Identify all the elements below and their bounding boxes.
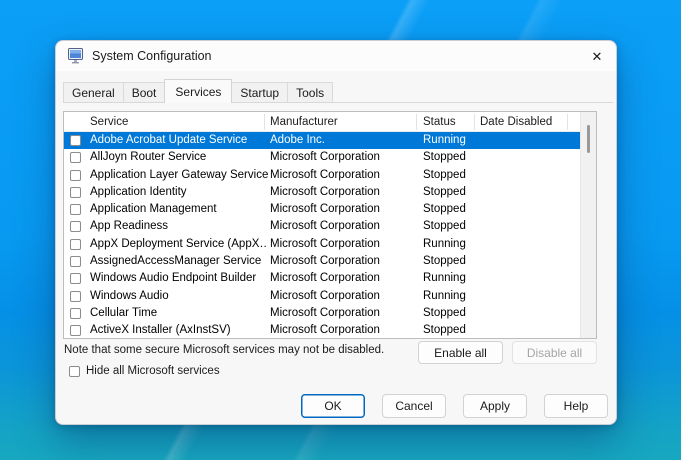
hide-microsoft-services-label: Hide all Microsoft services <box>86 365 220 377</box>
service-checkbox[interactable] <box>70 239 81 250</box>
service-status: Stopped <box>423 184 466 201</box>
service-row[interactable]: Adobe Acrobat Update Service Adobe Inc. … <box>64 132 580 149</box>
service-status: Running <box>423 236 466 253</box>
tab-boot[interactable]: Boot <box>123 82 166 102</box>
service-status: Stopped <box>423 149 466 166</box>
service-manufacturer: Microsoft Corporation <box>270 305 380 322</box>
service-checkbox[interactable] <box>70 273 81 284</box>
service-status: Running <box>423 270 466 287</box>
service-checkbox[interactable] <box>70 135 81 146</box>
service-name: App Readiness <box>90 218 268 235</box>
service-name: Windows Audio Endpoint Builder <box>90 270 268 287</box>
service-row[interactable]: AllJoyn Router Service Microsoft Corpora… <box>64 149 580 166</box>
service-row[interactable]: Windows Audio Endpoint Builder Microsoft… <box>64 270 580 287</box>
service-checkbox[interactable] <box>70 308 81 319</box>
service-status: Running <box>423 132 466 149</box>
service-manufacturer: Microsoft Corporation <box>270 236 380 253</box>
service-manufacturer: Microsoft Corporation <box>270 184 380 201</box>
service-manufacturer: Microsoft Corporation <box>270 288 380 305</box>
service-status: Stopped <box>423 305 466 322</box>
service-row[interactable]: Application Management Microsoft Corpora… <box>64 201 580 218</box>
service-status: Stopped <box>423 253 466 270</box>
hide-microsoft-services-row[interactable]: Hide all Microsoft services <box>69 365 220 377</box>
service-checkbox[interactable] <box>70 325 81 336</box>
scrollbar-thumb[interactable] <box>587 125 590 153</box>
service-status: Running <box>423 288 466 305</box>
service-manufacturer: Microsoft Corporation <box>270 167 380 184</box>
service-name: AssignedAccessManager Service <box>90 253 268 270</box>
help-button[interactable]: Help <box>544 394 608 418</box>
service-checkbox[interactable] <box>70 291 81 302</box>
service-row[interactable]: Application Identity Microsoft Corporati… <box>64 184 580 201</box>
column-header-date-disabled[interactable]: Date Disabled <box>480 112 552 132</box>
column-header-service[interactable]: Service <box>90 112 128 132</box>
close-icon[interactable]: ✕ <box>588 48 606 65</box>
service-row[interactable]: App Readiness Microsoft Corporation Stop… <box>64 218 580 235</box>
service-manufacturer: Microsoft Corporation <box>270 218 380 235</box>
service-name: Application Layer Gateway Service <box>90 167 268 184</box>
service-status: Stopped <box>423 167 466 184</box>
service-name: AllJoyn Router Service <box>90 149 268 166</box>
tab-startup[interactable]: Startup <box>231 82 288 102</box>
cancel-button[interactable]: Cancel <box>382 394 446 418</box>
service-checkbox[interactable] <box>70 204 81 215</box>
system-configuration-icon <box>68 48 85 64</box>
service-row[interactable]: ActiveX Installer (AxInstSV) Microsoft C… <box>64 322 580 339</box>
service-row[interactable]: AppX Deployment Service (AppX… Microsoft… <box>64 236 580 253</box>
system-configuration-dialog: System Configuration ✕ GeneralBootServic… <box>55 40 617 425</box>
apply-button[interactable]: Apply <box>463 394 527 418</box>
service-checkbox[interactable] <box>70 256 81 267</box>
service-name: Adobe Acrobat Update Service <box>90 132 268 149</box>
service-checkbox[interactable] <box>70 152 81 163</box>
service-rows: Adobe Acrobat Update Service Adobe Inc. … <box>64 132 580 338</box>
tab-strip: GeneralBootServicesStartupTools <box>63 78 609 102</box>
service-checkbox[interactable] <box>70 170 81 181</box>
service-name: Application Identity <box>90 184 268 201</box>
tab-pane-divider <box>63 102 613 103</box>
service-row[interactable]: AssignedAccessManager Service Microsoft … <box>64 253 580 270</box>
service-row[interactable]: Cellular Time Microsoft Corporation Stop… <box>64 305 580 322</box>
tab-general[interactable]: General <box>63 82 124 102</box>
service-name: Cellular Time <box>90 305 268 322</box>
services-note: Note that some secure Microsoft services… <box>64 344 384 356</box>
services-list-header: Service Manufacturer Status Date Disable… <box>64 112 596 132</box>
column-divider[interactable] <box>416 114 417 130</box>
service-name: AppX Deployment Service (AppX… <box>90 236 268 253</box>
service-name: ActiveX Installer (AxInstSV) <box>90 322 268 339</box>
service-status: Stopped <box>423 218 466 235</box>
service-status: Stopped <box>423 322 466 339</box>
window-title: System Configuration <box>92 49 212 63</box>
service-manufacturer: Microsoft Corporation <box>270 270 380 287</box>
enable-all-button[interactable]: Enable all <box>418 341 503 364</box>
column-divider[interactable] <box>567 114 568 130</box>
tab-services[interactable]: Services <box>164 79 232 103</box>
service-checkbox[interactable] <box>70 221 81 232</box>
title-bar: System Configuration ✕ <box>56 41 616 71</box>
service-manufacturer: Microsoft Corporation <box>270 201 380 218</box>
hide-microsoft-services-checkbox[interactable] <box>69 366 80 377</box>
service-row[interactable]: Application Layer Gateway Service Micros… <box>64 167 580 184</box>
column-divider[interactable] <box>474 114 475 130</box>
services-list[interactable]: Service Manufacturer Status Date Disable… <box>63 111 597 339</box>
tab-tools[interactable]: Tools <box>287 82 333 102</box>
disable-all-button: Disable all <box>512 341 597 364</box>
column-header-status[interactable]: Status <box>423 112 456 132</box>
service-manufacturer: Microsoft Corporation <box>270 322 380 339</box>
vertical-scrollbar[interactable] <box>580 112 596 338</box>
service-name: Application Management <box>90 201 268 218</box>
service-checkbox[interactable] <box>70 187 81 198</box>
service-manufacturer: Microsoft Corporation <box>270 149 380 166</box>
service-status: Stopped <box>423 201 466 218</box>
column-divider[interactable] <box>264 114 265 130</box>
service-manufacturer: Adobe Inc. <box>270 132 325 149</box>
service-name: Windows Audio <box>90 288 268 305</box>
ok-button[interactable]: OK <box>301 394 365 418</box>
service-row[interactable]: Windows Audio Microsoft Corporation Runn… <box>64 288 580 305</box>
column-header-manufacturer[interactable]: Manufacturer <box>270 112 338 132</box>
service-manufacturer: Microsoft Corporation <box>270 253 380 270</box>
